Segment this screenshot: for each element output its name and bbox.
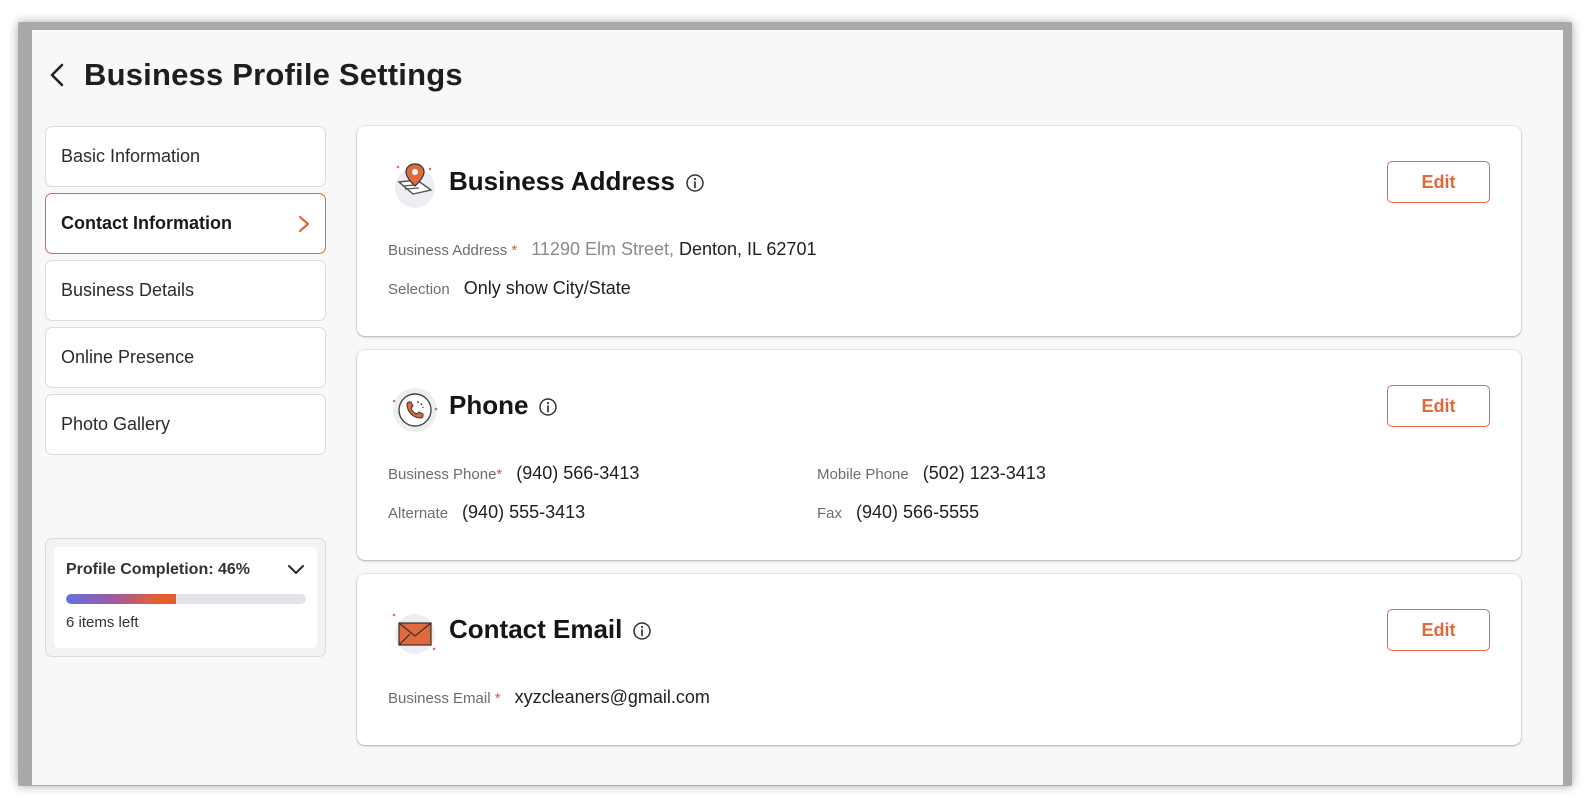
nav-item-label: Contact Information [61, 213, 232, 233]
profile-completion-progress [66, 594, 306, 604]
phone-card: Phone Edit Business Phone* (940) 566-341… [357, 350, 1521, 560]
card-title-text: Contact Email [449, 614, 623, 644]
nav-item-basic-information[interactable]: Basic Information [45, 126, 326, 187]
envelope-icon [392, 613, 436, 654]
label-text: Business Phone [388, 466, 497, 483]
field-label: Business Email * [388, 690, 501, 707]
field-value: (940) 555-3413 [462, 502, 586, 522]
business-address-field: Business Address * 11290 Elm Street, Den… [388, 239, 816, 260]
field-label: Fax [817, 505, 843, 522]
info-icon[interactable] [632, 621, 652, 641]
chevron-left-icon[interactable] [46, 60, 70, 90]
nav-item-label: Business Details [61, 280, 195, 300]
page-title: Business Profile Settings [84, 57, 463, 92]
nav-item-label: Photo Gallery [61, 414, 171, 434]
business-address-card: Business Address Edit Business Address *… [357, 126, 1521, 336]
items-left-text: 6 items left [66, 614, 139, 631]
nav-item-label: Online Presence [61, 347, 195, 367]
map-pin-icon [395, 163, 435, 208]
profile-completion-card: Profile Completion: 46% 6 items left [54, 547, 317, 648]
label-text: Business Email [388, 690, 491, 707]
info-icon[interactable] [538, 397, 558, 417]
profile-completion-panel: Profile Completion: 46% 6 items left [45, 538, 326, 657]
nav-item-business-details[interactable]: Business Details [45, 260, 326, 321]
alternate-phone-field: Alternate (940) 555-3413 [388, 502, 585, 523]
required-mark: * [511, 242, 518, 259]
chevron-down-icon[interactable] [287, 563, 305, 577]
mobile-phone-field: Mobile Phone (502) 123-3413 [817, 463, 1046, 484]
card-title-text: Business Address [449, 166, 675, 196]
profile-completion-label: Profile Completion: 46% [66, 561, 251, 578]
business-email-field: Business Email * xyzcleaners@gmail.com [388, 687, 710, 708]
field-label: Alternate [388, 505, 449, 522]
street-text: 11290 Elm Street, [531, 239, 674, 259]
field-value: (940) 566-5555 [856, 502, 980, 522]
phone-title: Phone [449, 390, 558, 421]
business-address-title: Business Address [449, 166, 705, 197]
nav-item-photo-gallery[interactable]: Photo Gallery [45, 394, 326, 455]
field-label: Business Phone* [388, 466, 502, 483]
phone-icon [392, 388, 438, 432]
nav-item-online-presence[interactable]: Online Presence [45, 327, 326, 388]
business-phone-field: Business Phone* (940) 566-3413 [388, 463, 639, 484]
fax-field: Fax (940) 566-5555 [817, 502, 979, 523]
edit-address-button[interactable]: Edit [1387, 161, 1490, 203]
field-value: (502) 123-3413 [922, 463, 1046, 483]
field-label: Business Address * [388, 242, 517, 259]
contact-email-card: Contact Email Edit Business Email * xyzc… [357, 574, 1521, 745]
settings-window: Business Profile Settings Basic Informat… [32, 30, 1563, 785]
nav-item-label: Basic Information [61, 146, 201, 166]
field-value: 11290 Elm Street, Denton, IL 62701 [531, 239, 816, 260]
chevron-right-icon [298, 215, 310, 233]
info-icon[interactable] [685, 173, 705, 193]
card-title-text: Phone [449, 390, 529, 420]
nav-item-contact-information[interactable]: Contact Information [45, 193, 326, 254]
required-mark: * [494, 690, 501, 707]
page-header: Business Profile Settings [32, 30, 1563, 120]
field-label: Selection [388, 281, 450, 298]
field-label: Mobile Phone [817, 466, 909, 483]
label-text: Business Address [388, 242, 508, 259]
field-value: xyzcleaners@gmail.com [514, 687, 710, 707]
city-state-text: Denton, IL 62701 [679, 239, 817, 259]
field-value: Only show City/State [463, 278, 631, 298]
field-value: (940) 566-3413 [516, 463, 640, 483]
required-mark: * [496, 466, 503, 483]
selection-field: Selection Only show City/State [388, 278, 631, 299]
edit-phone-button[interactable]: Edit [1387, 385, 1490, 427]
edit-email-button[interactable]: Edit [1387, 609, 1490, 651]
progress-fill [66, 594, 177, 604]
contact-email-title: Contact Email [449, 614, 652, 645]
settings-nav: Basic Information Contact Information Bu… [45, 126, 326, 461]
